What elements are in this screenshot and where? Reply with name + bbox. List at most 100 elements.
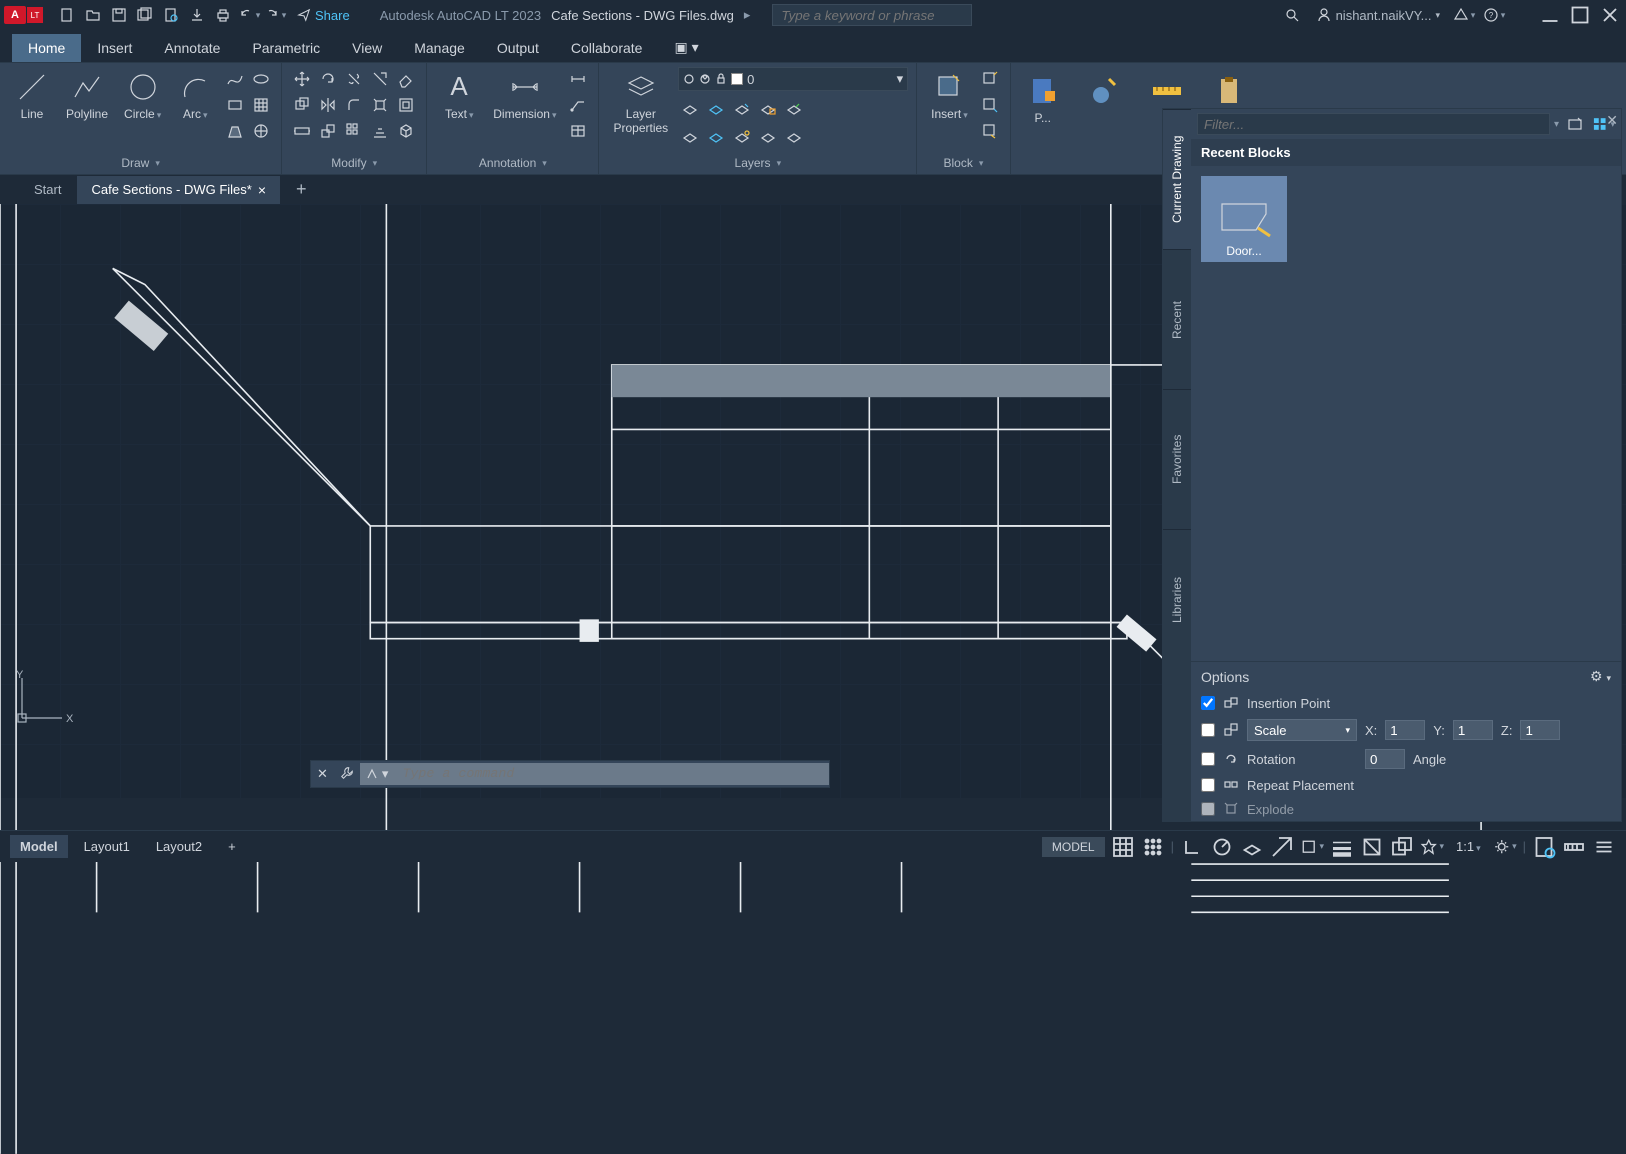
layer-make-icon[interactable] — [782, 97, 806, 121]
otrack-icon[interactable] — [1270, 835, 1294, 859]
array-icon[interactable] — [342, 119, 366, 143]
explode-icon[interactable] — [368, 93, 392, 117]
hatch-icon[interactable] — [249, 93, 273, 117]
copy-icon[interactable] — [290, 93, 314, 117]
export-icon[interactable] — [185, 3, 209, 27]
gear-status-icon[interactable] — [1493, 835, 1517, 859]
panel-modify-title[interactable]: Modify — [290, 154, 418, 172]
mirror-icon[interactable] — [316, 93, 340, 117]
scale-checkbox[interactable] — [1201, 723, 1215, 737]
tab-extra[interactable]: ▣ ▾ — [658, 33, 714, 62]
tab-output[interactable]: Output — [481, 34, 555, 62]
minimize-icon[interactable] — [1538, 3, 1562, 27]
snap-icon[interactable] — [1141, 835, 1165, 859]
extend-icon[interactable] — [368, 67, 392, 91]
panel-annotation-title[interactable]: Annotation — [435, 154, 590, 172]
palette-browse-icon[interactable] — [1563, 112, 1587, 136]
tab-insert[interactable]: Insert — [81, 34, 148, 62]
align-icon[interactable] — [368, 119, 392, 143]
polar-icon[interactable] — [1210, 835, 1234, 859]
layer-combo[interactable]: 0 ▾ — [678, 67, 908, 91]
user-menu[interactable]: nishant.naikVY...▾ — [1310, 5, 1446, 25]
rotation-input[interactable] — [1365, 749, 1405, 769]
cmd-close-icon[interactable]: ✕ — [311, 766, 334, 782]
stretch-icon[interactable] — [290, 119, 314, 143]
search-input[interactable] — [772, 4, 972, 26]
panel-draw-title[interactable]: Draw — [8, 154, 273, 172]
cmd-wrench-icon[interactable] — [334, 766, 360, 783]
new-icon[interactable] — [55, 3, 79, 27]
block-item-door[interactable]: Door... — [1201, 176, 1287, 262]
rotate-icon[interactable] — [316, 67, 340, 91]
line-button[interactable]: Line — [8, 67, 56, 123]
saveall-icon[interactable] — [133, 3, 157, 27]
isodraft-icon[interactable] — [1240, 835, 1264, 859]
clipboard-button[interactable] — [1205, 71, 1253, 111]
rectangle-icon[interactable] — [223, 93, 247, 117]
layer-match-icon[interactable] — [782, 125, 806, 149]
palette-tab-libraries[interactable]: Libraries — [1163, 529, 1191, 669]
attr-block-icon[interactable] — [978, 119, 1002, 143]
palette-tab-current[interactable]: Current Drawing — [1163, 109, 1191, 249]
dimension-button[interactable]: Dimension — [487, 67, 562, 123]
doctab-close-icon[interactable]: × — [258, 182, 266, 198]
doctab-add[interactable]: + — [282, 173, 321, 206]
help-icon[interactable]: ? — [1482, 3, 1506, 27]
palette-tab-recent[interactable]: Recent — [1163, 249, 1191, 389]
insertion-checkbox[interactable] — [1201, 696, 1215, 710]
layer-off-icon[interactable] — [678, 97, 702, 121]
panel-block-title[interactable]: Block — [925, 154, 1002, 172]
tab-parametric[interactable]: Parametric — [236, 34, 336, 62]
ellipse-icon[interactable] — [249, 67, 273, 91]
palette-close-icon[interactable]: ✕ — [1606, 112, 1618, 129]
osnap-icon[interactable] — [1300, 835, 1324, 859]
edit-block-icon[interactable] — [978, 93, 1002, 117]
erase-icon[interactable] — [394, 67, 418, 91]
group-button[interactable] — [1081, 71, 1129, 111]
table-icon[interactable] — [566, 119, 590, 143]
layer-thaw-icon[interactable] — [730, 125, 754, 149]
filter-input[interactable] — [1197, 113, 1550, 135]
maximize-icon[interactable] — [1568, 3, 1592, 27]
panel-layers-title[interactable]: Layers — [607, 154, 908, 172]
print-icon[interactable] — [211, 3, 235, 27]
rotation-checkbox[interactable] — [1201, 752, 1215, 766]
text-button[interactable]: AText — [435, 67, 483, 123]
transparency-icon[interactable] — [1360, 835, 1384, 859]
ortho-icon[interactable] — [1180, 835, 1204, 859]
undo-icon[interactable] — [237, 3, 261, 27]
scale-combo[interactable]: Scale▾ — [1247, 719, 1357, 741]
layer-lock-icon[interactable] — [756, 97, 780, 121]
mleader-icon[interactable] — [566, 93, 590, 117]
palette-tab-favorites[interactable]: Favorites — [1163, 389, 1191, 529]
scale-icon[interactable] — [316, 119, 340, 143]
tab-collaborate[interactable]: Collaborate — [555, 34, 659, 62]
explode-checkbox[interactable] — [1201, 802, 1215, 816]
layout-tab-add[interactable]: + — [218, 835, 246, 858]
model-badge[interactable]: MODEL — [1042, 837, 1105, 857]
circle-button[interactable]: Circle — [118, 67, 167, 123]
tab-annotate[interactable]: Annotate — [148, 34, 236, 62]
open-icon[interactable] — [81, 3, 105, 27]
z-input[interactable] — [1520, 720, 1560, 740]
saveweb-icon[interactable] — [159, 3, 183, 27]
y-input[interactable] — [1453, 720, 1493, 740]
trim-icon[interactable] — [342, 67, 366, 91]
tab-view[interactable]: View — [336, 34, 398, 62]
save-icon[interactable] — [107, 3, 131, 27]
properties-button[interactable]: P... — [1019, 71, 1067, 127]
quickprops-icon[interactable] — [1532, 835, 1556, 859]
repeat-checkbox[interactable] — [1201, 778, 1215, 792]
layer-properties-button[interactable]: Layer Properties — [607, 67, 674, 137]
search-icon[interactable] — [1280, 3, 1304, 27]
insert-button[interactable]: Insert — [925, 67, 974, 123]
lineweight-icon[interactable] — [1330, 835, 1354, 859]
layer-on-icon[interactable] — [678, 125, 702, 149]
tab-home[interactable]: Home — [12, 34, 81, 62]
offset-icon[interactable] — [394, 93, 418, 117]
tab-manage[interactable]: Manage — [398, 34, 481, 62]
fillet-icon[interactable] — [342, 93, 366, 117]
layer-iso-icon[interactable] — [704, 97, 728, 121]
create-block-icon[interactable] — [978, 67, 1002, 91]
layer-unlock-icon[interactable] — [756, 125, 780, 149]
